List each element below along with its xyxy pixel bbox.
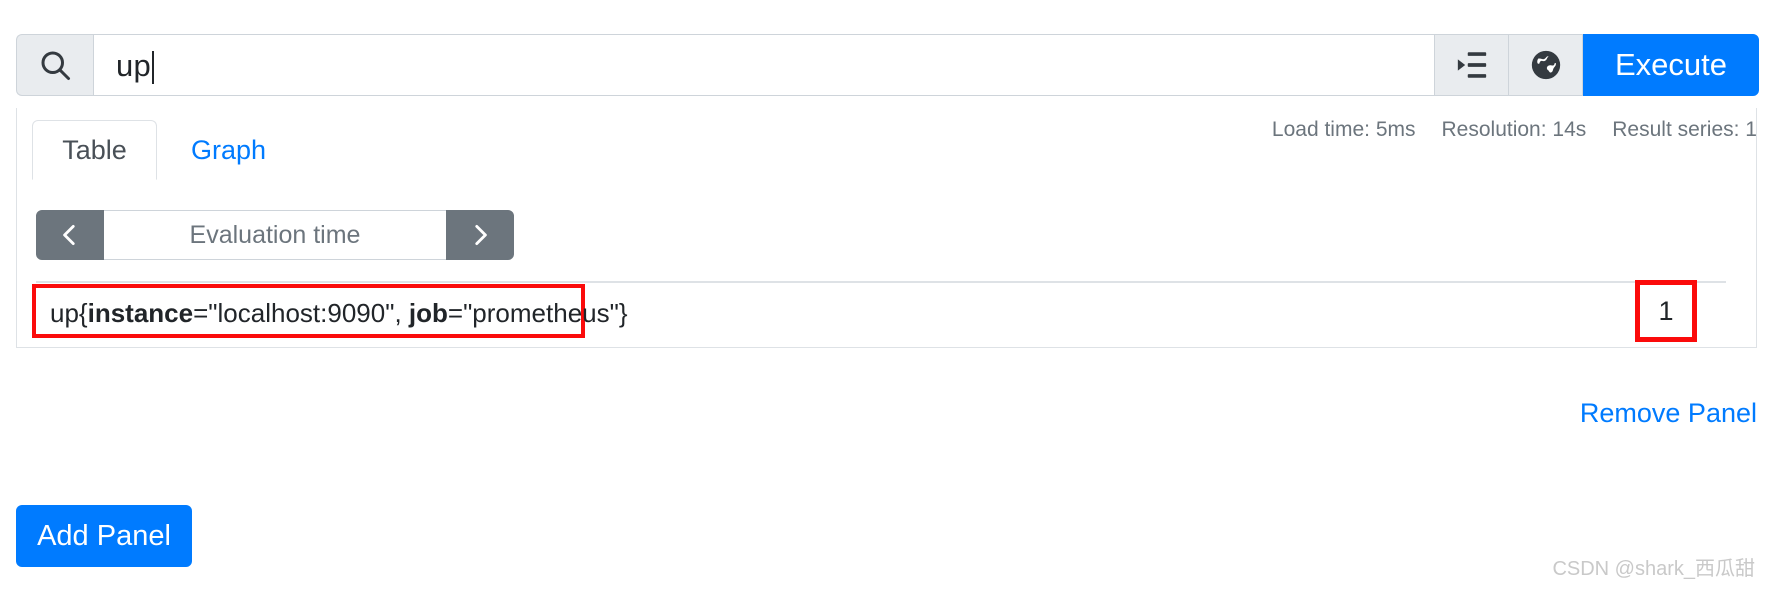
label-sep: , (394, 297, 409, 328)
resolution: Resolution: 14s (1441, 118, 1587, 141)
label-value-job: "prometheus" (463, 297, 619, 328)
load-time: Load time: 5ms (1271, 118, 1416, 141)
watermark: CSDN @shark_西瓜甜 (1552, 558, 1755, 580)
label-name-job: job (408, 297, 448, 328)
label-eq-job: = (447, 297, 464, 328)
result-series-count: Result series: 1 (1612, 118, 1757, 141)
expression-input[interactable]: up (93, 34, 1435, 96)
label-value-instance: "localhost:9090" (208, 297, 395, 328)
brace-open: { (78, 297, 88, 328)
metric-value-highlight-box: 1 (1635, 280, 1697, 342)
remove-panel-link[interactable]: Remove Panel (1580, 398, 1757, 429)
text-caret (151, 50, 154, 84)
search-icon (16, 34, 93, 96)
chevron-right-icon[interactable] (446, 210, 514, 260)
metric-value: 1 (1658, 295, 1674, 326)
brace-close: } (618, 297, 628, 328)
tab-table-label: Table (62, 134, 127, 165)
tab-graph-label: Graph (190, 134, 267, 165)
prometheus-expression-browser: up Execute Table Graph Load time: 5ms Re… (0, 0, 1775, 589)
table-row: up{instance="localhost:9090", job="prome… (32, 280, 1726, 343)
label-name-instance: instance (87, 297, 194, 328)
query-bar: up Execute (16, 34, 1759, 96)
result-table: up{instance="localhost:9090", job="prome… (32, 280, 1726, 343)
chevron-left-icon[interactable] (36, 210, 104, 260)
expression-text: up (116, 47, 151, 83)
evaluation-time-control: Evaluation time (36, 210, 514, 260)
label-eq-instance: = (193, 297, 209, 328)
query-stats: Load time: 5ms Resolution: 14s Result se… (1272, 118, 1757, 142)
tab-graph[interactable]: Graph (171, 120, 286, 180)
remove-panel-label: Remove Panel (1579, 398, 1757, 428)
metric-name: up (50, 297, 79, 328)
evaluation-time-input[interactable]: Evaluation time (104, 210, 446, 260)
add-panel-label: Add Panel (37, 519, 171, 552)
evaluation-time-placeholder: Evaluation time (189, 220, 361, 249)
add-panel-button[interactable]: Add Panel (16, 505, 192, 567)
metrics-explorer-icon[interactable] (1435, 34, 1509, 96)
tab-table[interactable]: Table (32, 120, 157, 180)
globe-icon[interactable] (1509, 34, 1583, 96)
metric-series-label: up{instance="localhost:9090", job="prome… (36, 298, 628, 329)
execute-button[interactable]: Execute (1583, 34, 1759, 96)
execute-label: Execute (1614, 47, 1727, 82)
